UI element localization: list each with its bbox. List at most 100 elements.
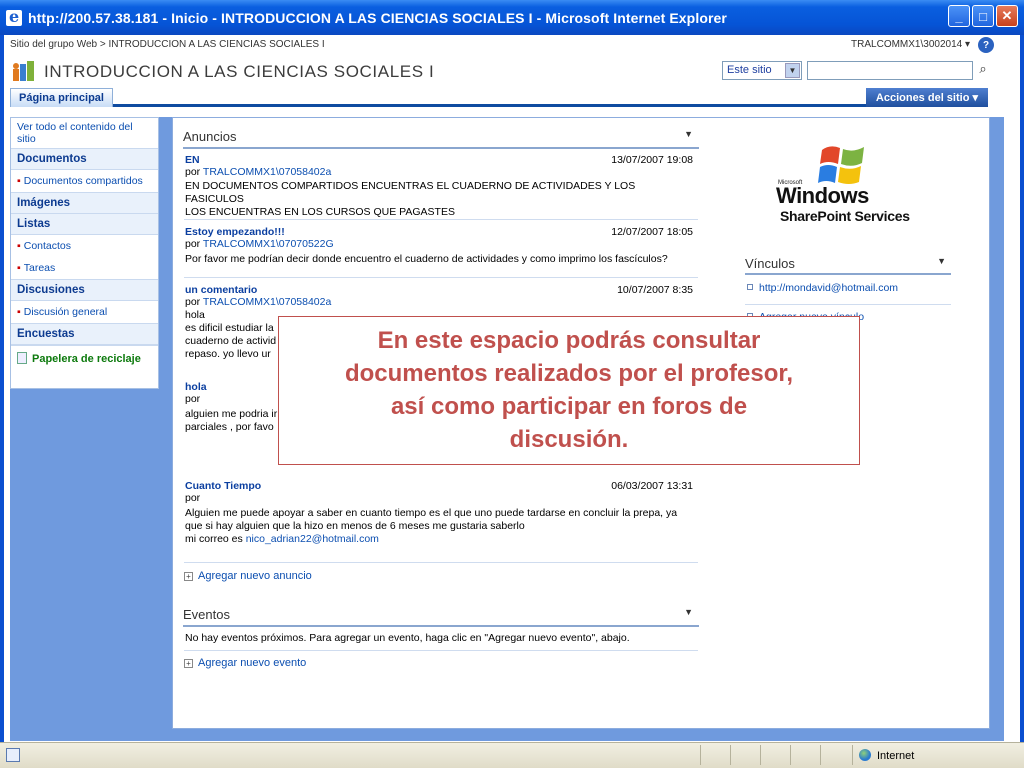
divider <box>745 304 951 305</box>
bullet-icon <box>747 284 753 290</box>
mail-link[interactable]: nico_adrian22@hotmail.com <box>246 533 379 545</box>
nav-item-label: Contactos <box>23 240 72 252</box>
zone-label: Internet <box>877 750 915 762</box>
ie-icon <box>6 7 22 26</box>
site-title[interactable]: INTRODUCCION A LAS CIENCIAS SOCIALES I <box>44 62 434 82</box>
announcement-body-line: EN DOCUMENTOS COMPARTIDOS ENCUENTRAS EL … <box>185 180 636 205</box>
search-scope-select[interactable]: Este sitio ▼ <box>722 61 802 80</box>
nav-section-documentos[interactable]: Documentos <box>11 148 158 170</box>
frame-right <box>990 117 1004 729</box>
webpart-menu-icon[interactable]: ▼ <box>937 256 946 266</box>
mail-prefix: mi correo es <box>185 533 246 545</box>
breadcrumb[interactable]: Sitio del grupo Web > INTRODUCCION A LAS… <box>10 39 325 50</box>
announcement-body-line: Alguien me puede apoyar a saber en cuant… <box>185 507 678 519</box>
by-label: por <box>185 296 201 308</box>
nav-item-label: Documentos compartidos <box>23 175 143 187</box>
author-link[interactable]: TRALCOMMX1\07058402a <box>203 166 331 178</box>
security-zone[interactable]: Internet <box>852 745 920 765</box>
announcement-date: 13/07/2007 19:08 <box>611 154 693 166</box>
announcement-item: Estoy empezando!!! 12/07/2007 18:05 por T… <box>185 226 695 266</box>
announcement-item: EN 13/07/2007 19:08 por TRALCOMMX1\070584… <box>185 154 695 219</box>
user-menu[interactable]: TRALCOMMX1\3002014 ▾ <box>851 39 970 50</box>
windows-flag-icon <box>818 146 864 184</box>
author-link[interactable]: TRALCOMMX1\07070522G <box>203 238 334 250</box>
status-cell <box>820 745 821 765</box>
close-button[interactable]: ✕ <box>996 5 1018 27</box>
announcement-body-line: LOS ENCUENTRAS EN LOS CURSOS QUE PAGASTE… <box>185 206 455 218</box>
status-cell <box>730 745 731 765</box>
add-event-link[interactable]: + Agregar nuevo evento <box>184 657 306 669</box>
minimize-button[interactable]: _ <box>948 5 970 27</box>
by-label: por <box>185 238 201 250</box>
title-bar: http://200.57.38.181 - Inicio - INTRODUC… <box>0 0 1024 35</box>
site-header: INTRODUCCION A LAS CIENCIAS SOCIALES I E… <box>4 56 1020 86</box>
link-item[interactable]: http://mondavid@hotmail.com <box>747 282 898 294</box>
events-title[interactable]: Eventos <box>183 607 230 622</box>
announcement-date: 06/03/2007 13:31 <box>611 480 693 492</box>
by-label: por <box>185 166 201 178</box>
nav-item-documentos-compartidos[interactable]: ▪ Documentos compartidos <box>11 170 158 192</box>
announcement-item: Cuanto Tiempo 06/03/2007 13:31 por Alguie… <box>185 480 695 546</box>
view-all-content-link[interactable]: Ver todo el contenido del sitio <box>11 118 158 148</box>
recycle-bin-link[interactable]: Papelera de reciclaje <box>11 345 158 371</box>
recycle-bin-icon <box>17 352 27 364</box>
add-icon: + <box>184 659 193 668</box>
announcement-title[interactable]: hola <box>185 381 207 393</box>
author-link[interactable]: TRALCOMMX1\07058402a <box>203 296 331 308</box>
nav-item-discusion-general[interactable]: ▪ Discusión general <box>11 301 158 323</box>
sharepoint-logo: Microsoft Windows SharePoint Services <box>776 140 926 230</box>
global-breadcrumb-bar: Sitio del grupo Web > INTRODUCCION A LAS… <box>4 36 1020 54</box>
link-item-label: http://mondavid@hotmail.com <box>759 282 899 294</box>
by-label: por <box>185 393 201 405</box>
divider <box>184 650 698 651</box>
maximize-button[interactable]: □ <box>972 5 994 27</box>
status-cell <box>790 745 791 765</box>
add-announcement-link[interactable]: + Agregar nuevo anuncio <box>184 570 312 582</box>
announcement-date: 12/07/2007 18:05 <box>611 226 693 238</box>
events-header: Eventos ▼ <box>183 607 699 627</box>
search-icon[interactable]: ⌕ <box>974 61 992 80</box>
nav-section-encuestas[interactable]: Encuestas <box>11 323 158 345</box>
nav-item-tareas[interactable]: ▪ Tareas <box>11 257 158 279</box>
nav-section-imagenes[interactable]: Imágenes <box>11 192 158 214</box>
add-icon: + <box>184 572 193 581</box>
announcement-title[interactable]: Estoy empezando!!! <box>185 226 285 238</box>
status-cell <box>700 745 701 765</box>
frame-left-lower <box>10 389 159 729</box>
window-title: http://200.57.38.181 - Inicio - INTRODUC… <box>28 9 727 26</box>
status-cell <box>760 745 761 765</box>
nav-item-label: Tareas <box>23 262 56 274</box>
announcement-body-line: Por favor me podrían decir donde encuent… <box>185 253 668 265</box>
search-scope-value: Este sitio <box>727 64 772 76</box>
announcement-title[interactable]: Cuanto Tiempo <box>185 480 261 492</box>
by-label: por <box>185 492 201 504</box>
chevron-down-icon: ▼ <box>785 63 800 78</box>
events-empty-text: No hay eventos próximos. Para agregar un… <box>185 632 630 644</box>
nav-item-label: Discusión general <box>23 306 108 318</box>
search-input[interactable] <box>807 61 973 80</box>
announcements-header: Anuncios ▼ <box>183 129 699 149</box>
add-event-label: Agregar nuevo evento <box>198 657 307 669</box>
callout-line: así como participar en foros de <box>390 393 748 420</box>
frame-divider <box>159 117 172 729</box>
nav-section-discusiones[interactable]: Discusiones <box>11 279 158 301</box>
globe-icon <box>859 749 871 761</box>
divider <box>184 219 698 220</box>
webpart-menu-icon[interactable]: ▼ <box>684 607 693 617</box>
announcement-title[interactable]: un comentario <box>185 284 257 296</box>
webpart-menu-icon[interactable]: ▼ <box>684 129 693 139</box>
announcement-body-line: que si hay alguien que la hizo en menos … <box>185 520 525 532</box>
nav-item-contactos[interactable]: ▪ Contactos <box>11 235 158 257</box>
nav-section-listas[interactable]: Listas <box>11 214 158 235</box>
callout-line: discusión. <box>509 426 629 453</box>
announcements-title[interactable]: Anuncios <box>183 129 236 144</box>
windows-label: Windows <box>776 183 869 208</box>
announcement-title[interactable]: EN <box>185 154 200 166</box>
divider <box>184 562 698 563</box>
tab-home[interactable]: Página principal <box>10 88 113 107</box>
help-icon[interactable]: ? <box>978 37 994 53</box>
top-nav-bar: Página principal Acciones del sitio ▾ <box>10 88 988 107</box>
callout-line: En este espacio podrás consultar <box>377 327 761 354</box>
links-title[interactable]: Vínculos <box>745 256 795 271</box>
site-actions-menu[interactable]: Acciones del sitio ▾ <box>865 88 988 107</box>
